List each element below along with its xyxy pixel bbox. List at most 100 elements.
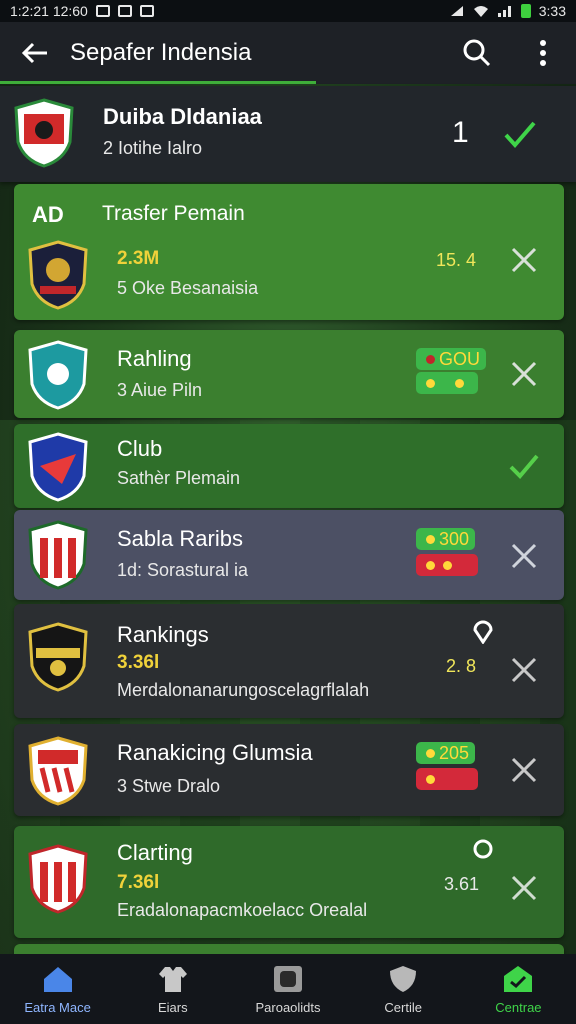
list-item-featured[interactable]: AD Trasfer Pemain 2.3M 5 Oke Besanaisia … [14, 184, 564, 320]
indicator-icon [426, 534, 435, 544]
cell-signal-icon [497, 6, 511, 17]
dismiss-button[interactable] [504, 750, 544, 790]
item-title: Rankings [117, 622, 209, 647]
nav-label: Eiars [157, 999, 188, 1015]
stat-pill [416, 372, 478, 394]
status-time: 1:2:21 12:60 [10, 3, 88, 19]
tv-icon [274, 965, 302, 992]
stat-pill [416, 554, 478, 576]
close-icon [511, 875, 537, 901]
shirt-icon [158, 966, 187, 992]
item-price: 3.36l [117, 652, 160, 673]
indicator-icon [443, 560, 452, 570]
item-subtitle: 1d: Sorastural ia [117, 560, 249, 580]
item-title: Duiba Dldaniaa [103, 104, 262, 129]
ad-badge: AD [32, 202, 64, 227]
list-item[interactable]: Sabla Raribs 1d: Sorastural ia 300 [14, 510, 564, 600]
close-icon [511, 757, 537, 783]
nav-item-media[interactable]: Paroaolidts [230, 954, 345, 1024]
stat-pill [416, 768, 478, 790]
confirm-button[interactable] [500, 114, 540, 154]
more-vertical-icon [540, 40, 546, 66]
club-crest-icon [28, 622, 88, 692]
close-icon [511, 657, 537, 683]
flag-icon [426, 354, 435, 364]
item-title: Sabla Raribs [117, 526, 243, 551]
item-value: 3.61 [444, 874, 480, 894]
stat-value: 205 [439, 742, 470, 763]
signal-icon [450, 6, 463, 16]
indicator-icon [455, 378, 464, 388]
nav-item-home[interactable]: Eatra Mace [0, 954, 115, 1024]
item-count: 1 [452, 116, 469, 149]
check-icon [509, 454, 539, 479]
check-icon [504, 121, 536, 149]
nav-item-players[interactable]: Eiars [115, 954, 230, 1024]
indicator-icon [426, 748, 435, 758]
item-price: 2.3M [117, 248, 160, 269]
item-subtitle: 3 Stwe Dralo [117, 776, 221, 796]
app-bar: Sepafer Indensia [0, 22, 576, 84]
item-subtitle: Eradalonapacmkoelacc Orealal [117, 900, 368, 920]
dismiss-button[interactable] [504, 240, 544, 280]
status-clock: 3:33 [538, 3, 566, 19]
list-item[interactable]: Rankings 3.36l Merdalonanarungoscelagrfl… [14, 604, 564, 718]
item-price: 7.36l [117, 872, 160, 893]
item-title: Rahling [117, 346, 192, 371]
list-item[interactable]: Rahling 3 Aiue Piln GOU [14, 330, 564, 418]
stat-pill: GOU [416, 348, 487, 370]
search-button[interactable] [444, 22, 510, 84]
stat-value: GOU [439, 348, 481, 369]
location-pin-icon [473, 620, 493, 644]
item-title: Club [117, 436, 163, 461]
close-icon [511, 361, 537, 387]
club-crest-icon [28, 520, 88, 590]
stat-pill: 205 [416, 742, 476, 764]
shield-icon [390, 965, 417, 992]
search-icon [463, 39, 491, 67]
indicator-icon [426, 378, 435, 388]
nav-item-club[interactable]: Certile [346, 954, 461, 1024]
club-crest-icon [28, 844, 88, 914]
dismiss-button[interactable] [504, 354, 544, 394]
nav-label: Paroaolidts [255, 999, 321, 1015]
back-button[interactable] [0, 22, 70, 84]
club-crest-icon [14, 98, 74, 168]
notification-icon [117, 5, 132, 17]
confirm-button[interactable] [504, 446, 544, 486]
list-item[interactable]: Ranakicing Glumsia 3 Stwe Dralo 205 [14, 724, 564, 816]
list-item[interactable]: Duiba Dldaniaa 2 Iotihe Ialro 1 [0, 86, 576, 182]
list-item[interactable]: Club Sathèr Plemain [14, 424, 564, 508]
circle-icon [473, 839, 493, 859]
item-subtitle: Merdalonanarungoscelagrflalah [117, 680, 370, 700]
more-options-button[interactable] [510, 22, 576, 84]
club-crest-icon [28, 340, 88, 410]
notification-icon [95, 5, 110, 17]
dismiss-button[interactable] [504, 536, 544, 576]
close-icon [511, 247, 537, 273]
item-subtitle: 5 Oke Besanaisia [117, 278, 259, 298]
bottom-navigation: Eatra Mace Eiars Paroaolidts Certile Cen… [0, 954, 576, 1024]
arrow-left-icon [21, 42, 47, 64]
item-title: Ranakicing Glumsia [117, 740, 313, 765]
item-title: Clarting [117, 840, 193, 865]
dismiss-button[interactable] [504, 868, 544, 908]
item-subtitle: 2 Iotihe Ialro [103, 138, 203, 158]
dismiss-button[interactable] [504, 650, 544, 690]
nav-label: Certile [384, 999, 422, 1015]
nav-label: Centrae [495, 999, 542, 1015]
nav-item-store[interactable]: Centrae [461, 954, 576, 1024]
home-icon [43, 966, 72, 992]
item-subtitle: 3 Aiue Piln [117, 380, 203, 400]
club-crest-icon [28, 240, 88, 310]
item-value: 15. 4 [436, 250, 477, 270]
club-crest-icon [28, 736, 88, 806]
indicator-icon [426, 774, 435, 784]
status-bar: 1:2:21 12:60 3:33 [0, 0, 576, 22]
indicator-icon [426, 560, 435, 570]
page-title: Sepafer Indensia [70, 39, 252, 66]
nav-label: Eatra Mace [24, 999, 91, 1015]
notification-icon [139, 5, 154, 17]
list-item[interactable]: Clarting 7.36l Eradalonapacmkoelacc Orea… [14, 826, 564, 938]
stat-pill: 300 [416, 528, 476, 550]
